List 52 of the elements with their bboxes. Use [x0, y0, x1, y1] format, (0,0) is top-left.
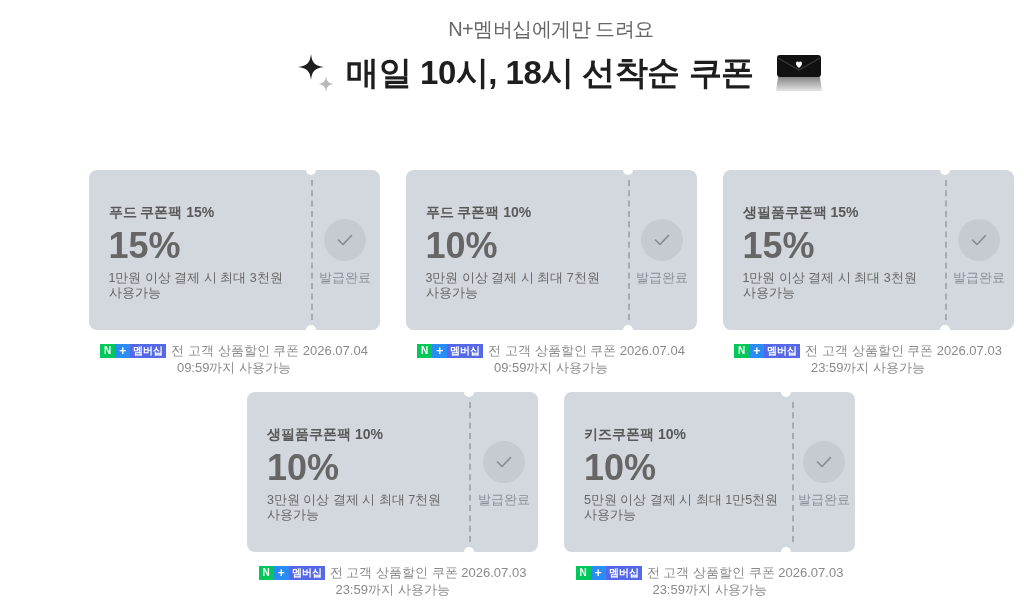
coupon-title: 푸드 쿠폰팩 10% [425, 203, 533, 221]
status-label: 발급완료 [319, 269, 371, 286]
coupon-condition: 1만원 이상 결제 시 최대 3천원 사용가능 [108, 271, 284, 301]
coupon-note: 전 고객 상품할인 쿠폰 2026.07.03 [805, 342, 1002, 359]
discount-rate: 10% [267, 448, 341, 488]
membership-tag: 멤버십 [605, 565, 642, 580]
coupon-note: 전 고객 상품할인 쿠폰 2026.07.04 [171, 342, 368, 359]
status-label: 발급완료 [636, 269, 688, 286]
coupon-condition: 3만원 이상 결제 시 최대 7천원 사용가능 [267, 493, 443, 523]
check-circle-icon [324, 218, 366, 261]
plus-tag: + [749, 343, 765, 358]
coupon-title: 생필품쿠폰팩 10% [267, 425, 384, 443]
envelope-heart-icon [775, 55, 822, 91]
discount-rate: 15% [108, 226, 182, 266]
check-circle-icon [482, 440, 525, 483]
coupon-note: 전 고객 상품할인 쿠폰 2026.07.04 [488, 342, 685, 359]
coupon-validity: 23:59까지 사용가능 [335, 581, 450, 598]
coupon-condition: 1만원 이상 결제 시 최대 3천원 사용가능 [742, 271, 918, 301]
n-logo-tag: N [100, 343, 116, 358]
n-logo-tag: N [258, 565, 274, 580]
coupon-validity: 09:59까지 사용가능 [493, 359, 609, 376]
check-circle-icon [641, 218, 683, 261]
coupon-condition: 3만원 이상 결제 시 최대 7천원 사용가능 [425, 271, 601, 301]
coupon-validity: 23:59까지 사용가능 [810, 359, 926, 376]
status-label: 발급완료 [953, 269, 1005, 286]
n-logo-tag: N [417, 343, 433, 358]
coupon-note: 전 고객 상품할인 쿠폰 2026.07.03 [646, 564, 844, 581]
subtitle: N+멤버십에게만 드려요 [448, 17, 654, 42]
membership-tag: 멤버십 [764, 343, 801, 358]
status-label: 발급완료 [797, 491, 850, 508]
membership-tag: 멤버십 [447, 343, 484, 358]
coupon-validity: 09:59까지 사용가능 [176, 359, 292, 376]
sparkle-icon [298, 54, 335, 92]
membership-tag: 멤버십 [288, 565, 325, 580]
coupon-note: 전 고객 상품할인 쿠폰 2026.07.03 [329, 564, 527, 581]
coupon-condition: 5만원 이상 결제 시 최대 1만5천원 사용가능 [584, 493, 779, 523]
discount-rate: 15% [742, 226, 816, 266]
discount-rate: 10% [584, 448, 658, 488]
n-logo-tag: N [575, 565, 591, 580]
coupon-title: 키즈쿠폰팩 10% [584, 425, 687, 443]
check-circle-icon [802, 440, 845, 483]
coupon-title: 생필품쿠폰팩 15% [742, 203, 860, 221]
plus-tag: + [115, 343, 131, 358]
page-title: 매일 10시, 18시 선착순 쿠폰 [346, 53, 754, 93]
status-label: 발급완료 [477, 491, 530, 508]
n-logo-tag: N [734, 343, 750, 358]
membership-tag: 멤버십 [130, 343, 167, 358]
coupon-validity: 23:59까지 사용가능 [652, 581, 767, 598]
coupon-title: 푸드 쿠폰팩 15% [108, 203, 216, 221]
discount-rate: 10% [425, 226, 499, 266]
plus-tag: + [432, 343, 448, 358]
check-circle-icon [958, 218, 1000, 261]
